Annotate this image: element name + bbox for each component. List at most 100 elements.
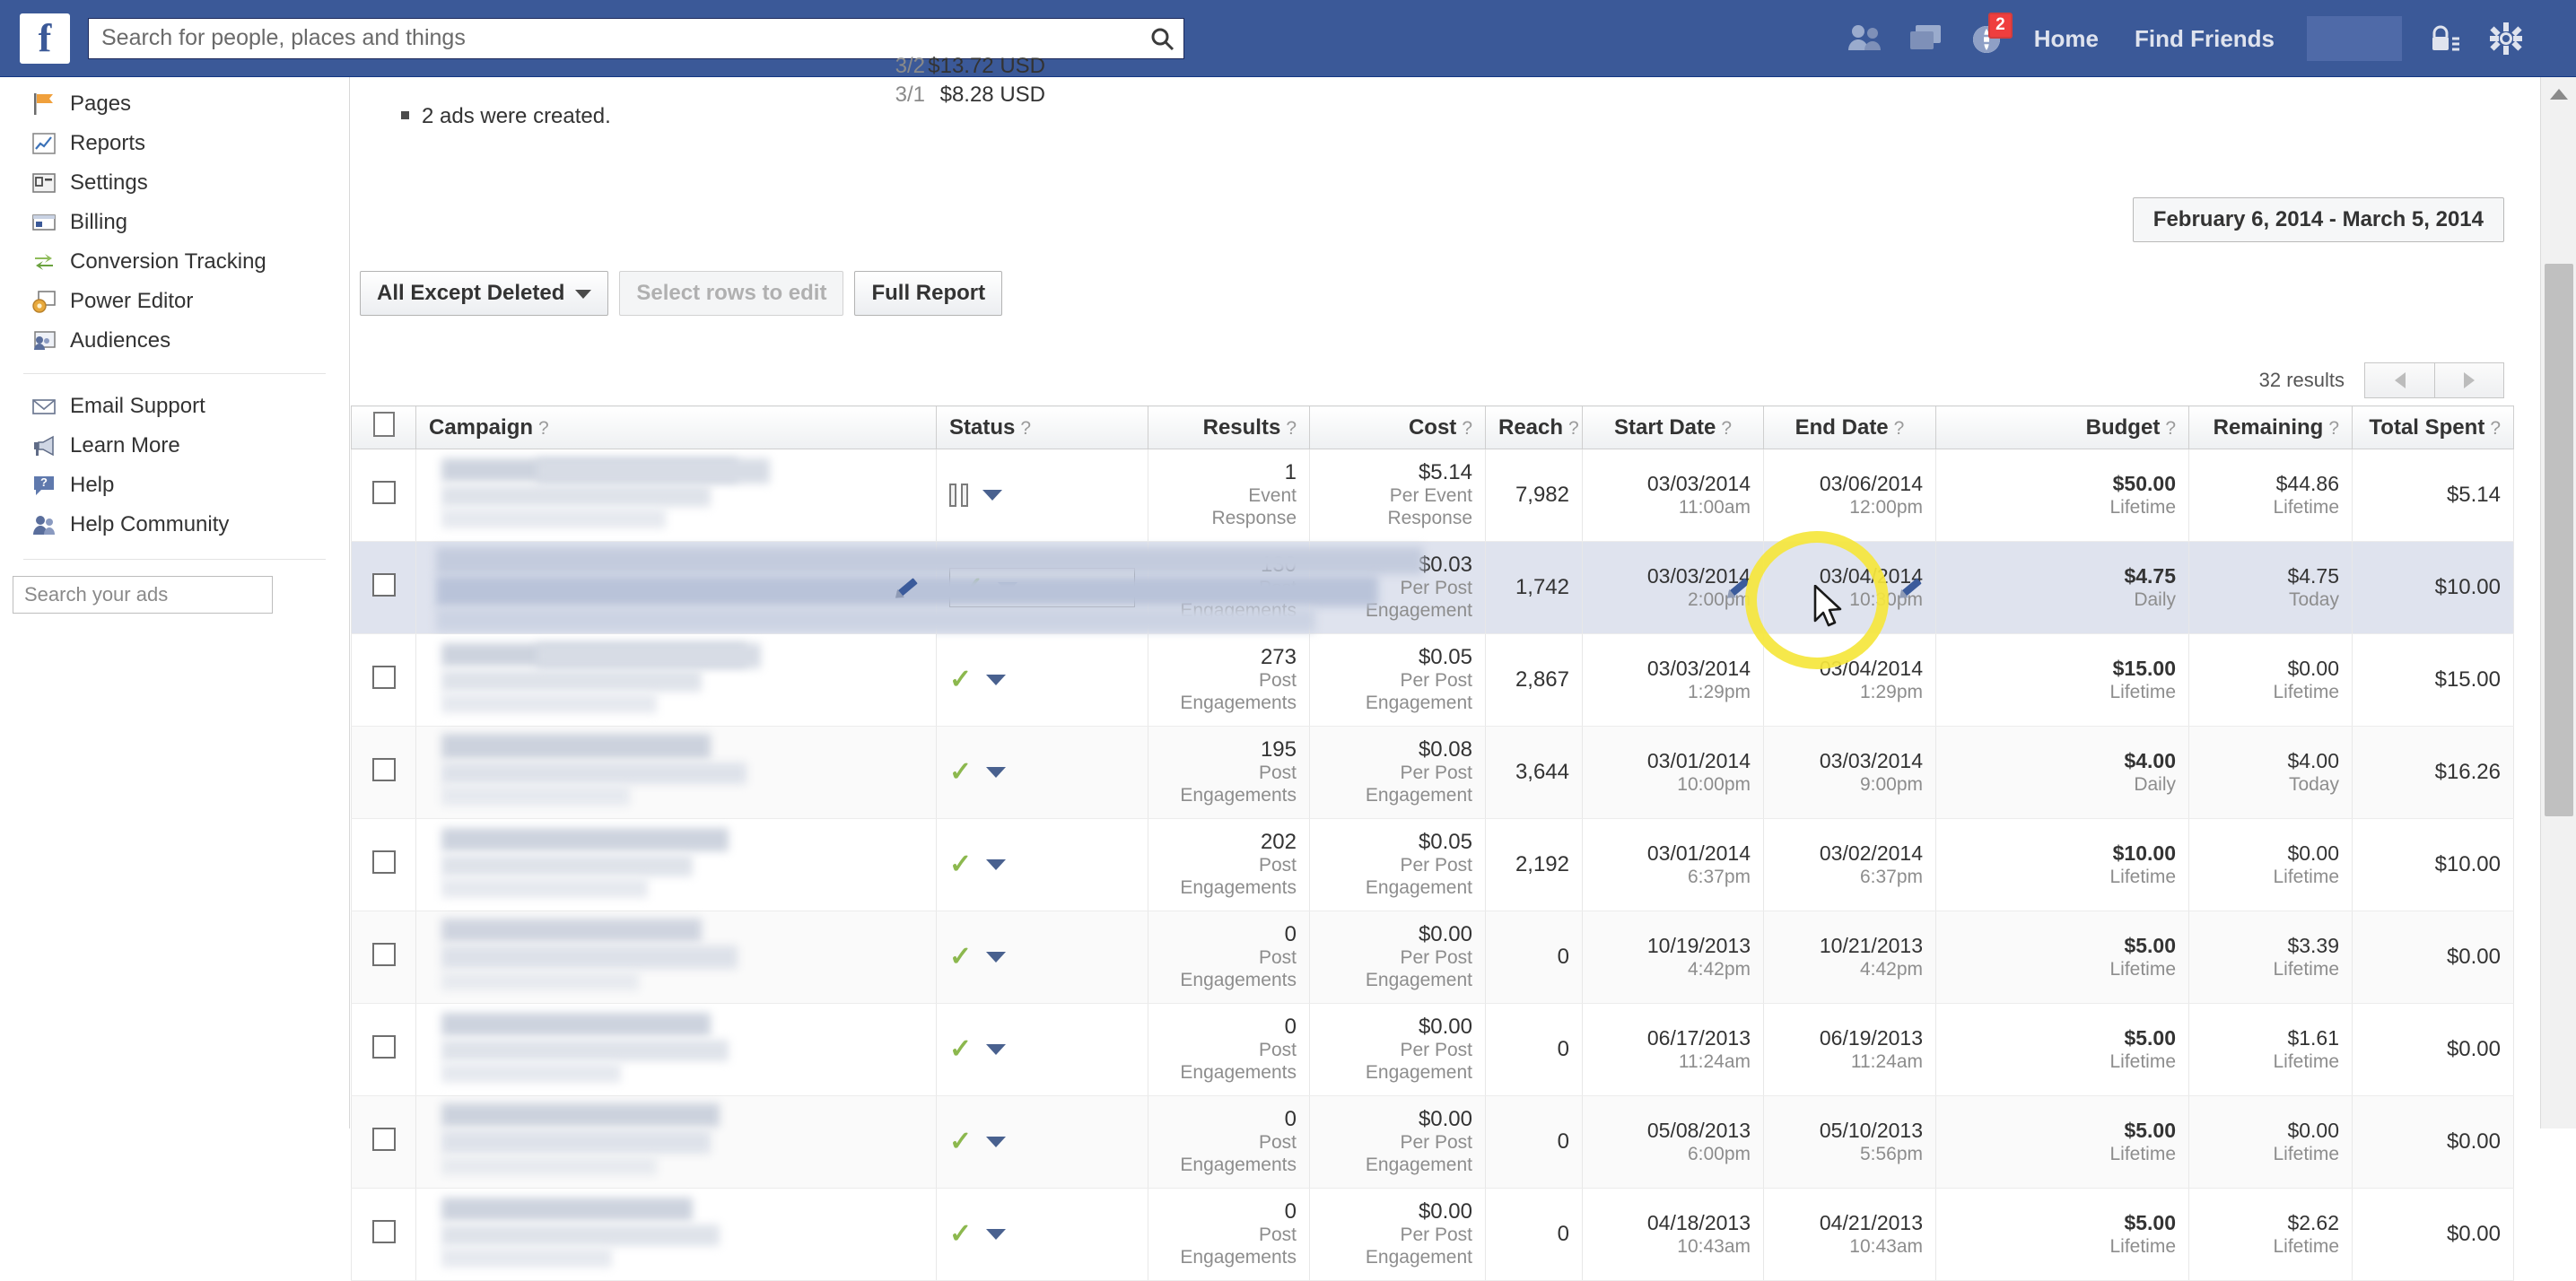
end-date-cell[interactable]: 03/04/20141:29pm	[1764, 634, 1936, 727]
end-date-cell[interactable]: 03/02/20146:37pm	[1764, 819, 1936, 911]
sidebar-item-help-community[interactable]: Help Community	[0, 505, 349, 545]
status-cell[interactable]: ✓	[937, 1189, 1148, 1281]
table-row[interactable]: ✓0Post Engagements$0.00Per Post Engageme…	[352, 1189, 2514, 1281]
row-checkbox[interactable]	[372, 481, 396, 504]
status-cell[interactable]: ✓	[937, 819, 1148, 911]
privacy-lock-icon[interactable]	[2416, 0, 2474, 77]
campaign-name-cell[interactable]	[416, 1004, 937, 1096]
campaign-name-cell[interactable]	[416, 1189, 937, 1281]
campaign-name-cell[interactable]	[416, 727, 937, 819]
row-select-cell[interactable]	[352, 542, 416, 634]
sidebar-item-help[interactable]: ? Help	[0, 466, 349, 505]
status-dropdown-caret-icon[interactable]	[986, 952, 1006, 963]
filter-all-except-deleted-button[interactable]: All Except Deleted	[360, 271, 608, 316]
row-checkbox[interactable]	[372, 1128, 396, 1151]
budget-cell[interactable]: $5.00Lifetime	[1936, 1189, 2189, 1281]
start-date-cell[interactable]: 10/19/20134:42pm	[1583, 911, 1764, 1004]
row-checkbox[interactable]	[372, 850, 396, 874]
messages-icon[interactable]	[1898, 0, 1955, 77]
end-date-cell[interactable]: 03/06/201412:00pm	[1764, 449, 1936, 542]
status-cell[interactable]: ✓	[937, 727, 1148, 819]
status-dropdown-caret-icon[interactable]	[986, 767, 1006, 778]
help-icon-cost[interactable]: ?	[1462, 418, 1472, 439]
budget-cell[interactable]: $4.00Daily	[1936, 727, 2189, 819]
select-rows-to-edit-button[interactable]: Select rows to edit	[619, 271, 843, 316]
status-dropdown-button[interactable]: ✓	[949, 851, 1135, 878]
header-budget[interactable]: Budget?	[1936, 406, 2189, 449]
row-checkbox[interactable]	[372, 666, 396, 689]
select-all-checkbox[interactable]	[373, 412, 395, 437]
scrollbar-thumb[interactable]	[2545, 264, 2573, 816]
start-date-cell[interactable]: 03/01/20146:37pm	[1583, 819, 1764, 911]
campaign-name-cell[interactable]	[416, 819, 937, 911]
profile-name-block[interactable]	[2307, 16, 2402, 61]
status-cell[interactable]	[937, 449, 1148, 542]
sidebar-item-billing[interactable]: Billing	[0, 203, 349, 242]
sidebar-item-audiences[interactable]: Audiences	[0, 321, 349, 361]
sidebar-item-power-editor[interactable]: Power Editor	[0, 282, 349, 321]
table-row[interactable]: ✓195Post Engagements$0.08Per Post Engage…	[352, 727, 2514, 819]
search-your-ads-input[interactable]	[13, 576, 273, 614]
row-select-cell[interactable]	[352, 634, 416, 727]
help-icon-results[interactable]: ?	[1286, 418, 1297, 439]
global-search-box[interactable]	[88, 18, 1184, 59]
row-select-cell[interactable]	[352, 911, 416, 1004]
page-scrollbar[interactable]	[2540, 77, 2576, 1128]
scroll-up-button[interactable]	[2541, 77, 2576, 111]
header-cost[interactable]: Cost?	[1310, 406, 1486, 449]
row-select-cell[interactable]	[352, 819, 416, 911]
table-row[interactable]: 1Event Response$5.14Per Event Response7,…	[352, 449, 2514, 542]
edit-budget-pencil-icon[interactable]	[1899, 574, 1922, 597]
date-range-picker[interactable]: February 6, 2014 - March 5, 2014	[2133, 197, 2504, 242]
help-icon-total-spent[interactable]: ?	[2490, 418, 2501, 439]
start-date-cell[interactable]: 03/03/20141:29pm	[1583, 634, 1764, 727]
row-select-cell[interactable]	[352, 1004, 416, 1096]
campaign-name-cell[interactable]	[416, 634, 937, 727]
row-checkbox[interactable]	[372, 573, 396, 597]
header-status[interactable]: Status?	[937, 406, 1148, 449]
budget-cell[interactable]: $5.00Lifetime	[1936, 911, 2189, 1004]
status-dropdown-button[interactable]	[949, 484, 1135, 507]
table-row[interactable]: ✓130Post Engagements$0.03Per Post Engage…	[352, 542, 2514, 634]
sidebar-item-conversion-tracking[interactable]: Conversion Tracking	[0, 242, 349, 282]
sidebar-item-reports[interactable]: Reports	[0, 124, 349, 163]
status-dropdown-button[interactable]: ✓	[949, 1221, 1135, 1248]
row-checkbox[interactable]	[372, 1035, 396, 1059]
row-select-cell[interactable]	[352, 1189, 416, 1281]
status-cell[interactable]: ✓	[937, 1096, 1148, 1189]
full-report-button[interactable]: Full Report	[854, 271, 1002, 316]
help-icon-remaining[interactable]: ?	[2328, 418, 2339, 439]
help-icon-status[interactable]: ?	[1020, 418, 1031, 439]
end-date-cell[interactable]: 04/21/201310:43am	[1764, 1189, 1936, 1281]
budget-cell[interactable]: $4.75Daily	[1936, 542, 2189, 634]
status-cell[interactable]: ✓	[937, 911, 1148, 1004]
end-date-cell[interactable]: 06/19/201311:24am	[1764, 1004, 1936, 1096]
edit-campaign-pencil-icon[interactable]	[895, 574, 918, 597]
next-page-button[interactable]	[2434, 362, 2504, 398]
row-select-cell[interactable]	[352, 1096, 416, 1189]
table-row[interactable]: ✓0Post Engagements$0.00Per Post Engageme…	[352, 1004, 2514, 1096]
help-icon-reach[interactable]: ?	[1568, 418, 1579, 439]
end-date-cell[interactable]: 10/21/20134:42pm	[1764, 911, 1936, 1004]
help-icon-budget[interactable]: ?	[2165, 418, 2176, 439]
status-dropdown-caret-icon[interactable]	[986, 675, 1006, 685]
settings-gear-icon[interactable]	[2477, 0, 2535, 77]
table-row[interactable]: ✓0Post Engagements$0.00Per Post Engageme…	[352, 911, 2514, 1004]
header-total-spent[interactable]: Total Spent?	[2353, 406, 2514, 449]
status-dropdown-caret-icon[interactable]	[986, 1137, 1006, 1147]
campaign-name-cell[interactable]	[416, 449, 937, 542]
end-date-cell[interactable]: 05/10/20135:56pm	[1764, 1096, 1936, 1189]
status-cell[interactable]: ✓	[937, 634, 1148, 727]
status-dropdown-button[interactable]: ✓	[949, 944, 1135, 971]
help-icon-end-date[interactable]: ?	[1894, 418, 1905, 439]
nav-link-find-friends[interactable]: Find Friends	[2117, 25, 2292, 53]
row-select-cell[interactable]	[352, 449, 416, 542]
facebook-logo[interactable]: f	[20, 13, 70, 64]
edit-end-date-pencil-icon[interactable]	[1726, 574, 1750, 597]
sidebar-item-email-support[interactable]: Email Support	[0, 387, 349, 426]
row-select-cell[interactable]	[352, 727, 416, 819]
status-cell[interactable]: ✓	[937, 1004, 1148, 1096]
notifications-globe-icon[interactable]: 2	[1959, 0, 2016, 77]
status-dropdown-caret-icon[interactable]	[986, 1044, 1006, 1055]
start-date-cell[interactable]: 03/01/201410:00pm	[1583, 727, 1764, 819]
